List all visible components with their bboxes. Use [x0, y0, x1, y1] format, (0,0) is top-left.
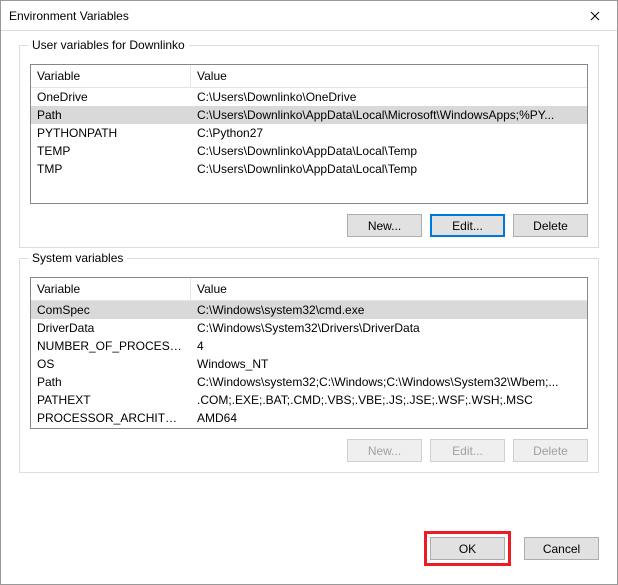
table-row[interactable]: OSWindows_NT [31, 355, 587, 373]
dialog-footer: OK Cancel [1, 523, 617, 584]
env-vars-dialog: Environment Variables User variables for… [0, 0, 618, 585]
delete-button[interactable]: Delete [513, 214, 588, 237]
window-title: Environment Variables [9, 9, 572, 23]
user-vars-buttons: New... Edit... Delete [30, 214, 588, 237]
dialog-content: User variables for Downlinko Variable Va… [1, 31, 617, 523]
cancel-button[interactable]: Cancel [524, 537, 599, 560]
system-vars-header: Variable Value [31, 278, 587, 301]
new-button[interactable]: New... [347, 439, 422, 462]
user-vars-label: User variables for Downlinko [28, 38, 189, 52]
col-variable[interactable]: Variable [31, 65, 191, 87]
ok-button[interactable]: OK [430, 537, 505, 560]
table-row[interactable]: PathC:\Windows\system32;C:\Windows;C:\Wi… [31, 373, 587, 391]
table-row[interactable]: DriverDataC:\Windows\System32\Drivers\Dr… [31, 319, 587, 337]
table-row[interactable]: PathC:\Users\Downlinko\AppData\Local\Mic… [31, 106, 587, 124]
system-vars-label: System variables [28, 251, 127, 265]
edit-button[interactable]: Edit... [430, 214, 505, 237]
user-vars-list[interactable]: Variable Value OneDriveC:\Users\Downlink… [30, 64, 588, 204]
col-value[interactable]: Value [191, 278, 587, 300]
table-row[interactable]: PYTHONPATHC:\Python27 [31, 124, 587, 142]
table-row[interactable]: ComSpecC:\Windows\system32\cmd.exe [31, 301, 587, 319]
user-vars-group: User variables for Downlinko Variable Va… [19, 45, 599, 248]
system-vars-list[interactable]: Variable Value ComSpecC:\Windows\system3… [30, 277, 588, 429]
table-row[interactable]: PROCESSOR_ARCHITECTUREAMD64 [31, 409, 587, 427]
table-row[interactable]: PATHEXT.COM;.EXE;.BAT;.CMD;.VBS;.VBE;.JS… [31, 391, 587, 409]
system-vars-group: System variables Variable Value ComSpecC… [19, 258, 599, 473]
col-value[interactable]: Value [191, 65, 587, 87]
close-button[interactable] [572, 1, 617, 31]
new-button[interactable]: New... [347, 214, 422, 237]
close-icon [590, 11, 600, 21]
table-row[interactable]: NUMBER_OF_PROCESSORS4 [31, 337, 587, 355]
system-vars-buttons: New... Edit... Delete [30, 439, 588, 462]
col-variable[interactable]: Variable [31, 278, 191, 300]
edit-button[interactable]: Edit... [430, 439, 505, 462]
ok-highlight: OK [424, 531, 511, 566]
user-vars-header: Variable Value [31, 65, 587, 88]
table-row[interactable]: TMPC:\Users\Downlinko\AppData\Local\Temp [31, 160, 587, 178]
table-row[interactable]: TEMPC:\Users\Downlinko\AppData\Local\Tem… [31, 142, 587, 160]
delete-button[interactable]: Delete [513, 439, 588, 462]
titlebar: Environment Variables [1, 1, 617, 31]
table-row[interactable]: OneDriveC:\Users\Downlinko\OneDrive [31, 88, 587, 106]
